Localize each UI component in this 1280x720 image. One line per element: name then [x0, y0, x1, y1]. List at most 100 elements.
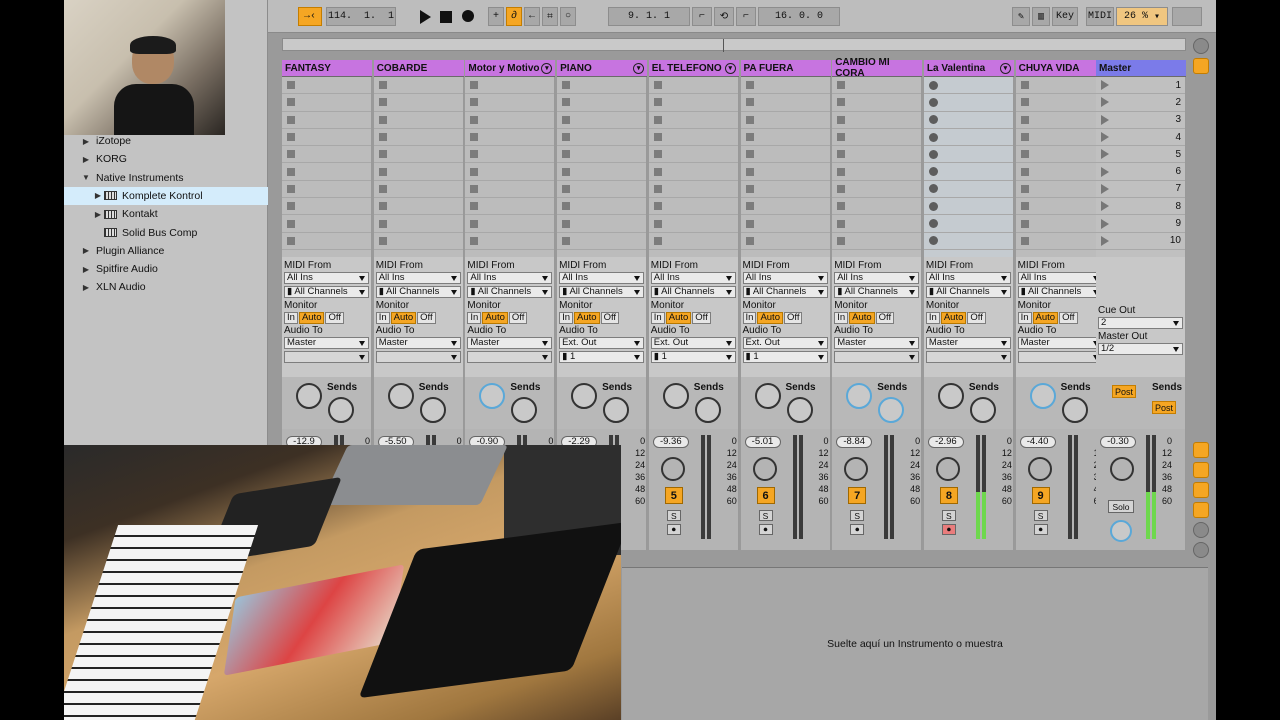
cue-volume-knob[interactable]: [1110, 520, 1132, 542]
send-a-knob[interactable]: [296, 383, 322, 409]
clip-slot[interactable]: [1015, 146, 1105, 164]
browser-item[interactable]: ▼ Native Instruments: [64, 169, 268, 187]
midi-from-select[interactable]: All Ins: [650, 272, 736, 284]
track-header[interactable]: CAMBIO MI CORA: [832, 57, 923, 79]
clip-slot[interactable]: [557, 146, 647, 164]
midi-channel-select[interactable]: ▮ All Channels: [742, 286, 828, 298]
track-volume-field[interactable]: -2.96: [927, 436, 964, 448]
sends-toggle-icon[interactable]: [1193, 462, 1209, 478]
audio-channel-select[interactable]: ▮ 1: [559, 351, 645, 363]
clip-slot[interactable]: [1015, 233, 1105, 250]
io-toggle-icon[interactable]: [1193, 442, 1209, 458]
device-drop-area[interactable]: Suelte aquí un Instrumento o muestra: [622, 567, 1208, 720]
master-pan-knob[interactable]: [1110, 457, 1134, 481]
chevron-down-icon[interactable]: ▼: [80, 173, 92, 182]
master-volume-field[interactable]: -0.30: [1100, 436, 1136, 448]
punch-out-button[interactable]: ⌐: [736, 7, 756, 26]
master-out-select[interactable]: 1/2: [1098, 343, 1183, 355]
clip-slot[interactable]: [740, 94, 830, 112]
clip-slot[interactable]: [1015, 163, 1105, 181]
clip-slot[interactable]: [373, 163, 463, 181]
clip-slot[interactable]: [832, 215, 922, 233]
clip-slot[interactable]: [740, 233, 830, 250]
pan-knob[interactable]: [844, 457, 869, 481]
clip-slot[interactable]: [465, 233, 555, 250]
solo-button[interactable]: S: [758, 510, 773, 521]
arm-button[interactable]: ⏺: [850, 524, 865, 535]
key-map-button[interactable]: Key: [1052, 7, 1078, 26]
monitor-auto-button[interactable]: Auto: [482, 312, 508, 324]
scene-launch[interactable]: 7: [1096, 181, 1185, 199]
capture-button[interactable]: ⌗: [542, 7, 558, 26]
clip-slot[interactable]: [832, 112, 922, 129]
clip-slot[interactable]: [923, 163, 1013, 181]
send-a-knob[interactable]: [662, 383, 689, 409]
midi-channel-select[interactable]: ▮ All Channels: [834, 286, 920, 298]
midi-from-select[interactable]: All Ins: [834, 272, 920, 284]
send-b-knob[interactable]: [878, 397, 905, 423]
clip-slot[interactable]: [557, 77, 647, 95]
send-b-knob[interactable]: [786, 397, 813, 423]
midi-channel-select[interactable]: ▮ All Channels: [925, 286, 1011, 298]
scene-play-icon[interactable]: [1101, 218, 1109, 229]
clip-slot[interactable]: [923, 181, 1013, 199]
scene-play-icon[interactable]: [1101, 80, 1109, 91]
clip-slot[interactable]: [282, 181, 371, 199]
clip-slot[interactable]: [648, 198, 738, 216]
clip-slot[interactable]: [740, 198, 830, 216]
pan-knob[interactable]: [752, 457, 777, 481]
automation-arm-button[interactable]: ∂: [506, 7, 522, 26]
clip-slot[interactable]: [282, 77, 371, 95]
monitor-auto-button[interactable]: Auto: [1032, 312, 1059, 324]
monitor-off-button[interactable]: Off: [783, 312, 803, 324]
track-volume-field[interactable]: -5.01: [744, 436, 781, 448]
browser-item[interactable]: ▶ Kontakt: [64, 205, 268, 223]
track-activator-button[interactable]: 6: [756, 487, 775, 504]
clip-slot[interactable]: [557, 181, 647, 199]
audio-channel-select[interactable]: [375, 351, 461, 363]
midi-channel-select[interactable]: ▮ All Channels: [650, 286, 736, 298]
clip-slot[interactable]: [465, 112, 555, 129]
solo-button[interactable]: S: [666, 510, 681, 521]
track-header[interactable]: FANTASY: [282, 60, 372, 77]
scene-launch[interactable]: 9: [1096, 215, 1185, 233]
clip-slot[interactable]: [557, 163, 647, 181]
punch-in-button[interactable]: ⌐: [692, 7, 712, 26]
clip-slot[interactable]: [648, 181, 738, 199]
audio-to-select[interactable]: Master: [375, 337, 461, 349]
scene-play-icon[interactable]: [1101, 149, 1109, 160]
clip-slot[interactable]: [557, 233, 647, 250]
scene-play-icon[interactable]: [1101, 201, 1109, 212]
monitor-in-button[interactable]: In: [650, 312, 665, 324]
clip-slot[interactable]: [373, 77, 463, 95]
stop-icon[interactable]: [440, 11, 452, 23]
clip-slot[interactable]: [282, 94, 371, 112]
send-b-knob[interactable]: [694, 397, 721, 423]
chevron-right-icon[interactable]: ▶: [80, 246, 92, 255]
monitor-in-button[interactable]: In: [925, 312, 940, 324]
clip-slot[interactable]: [373, 215, 463, 233]
draw-mode-icon[interactable]: ✎: [1012, 7, 1030, 26]
menu-icon[interactable]: [1193, 38, 1209, 54]
chevron-right-icon[interactable]: ▶: [80, 283, 92, 292]
track-activator-button[interactable]: 7: [848, 487, 867, 504]
clip-slot[interactable]: [648, 77, 738, 95]
arm-button[interactable]: ⏺: [1033, 524, 1048, 535]
clip-slot[interactable]: [1015, 198, 1105, 216]
audio-channel-select[interactable]: [1017, 351, 1103, 363]
session-view-icon[interactable]: [1193, 58, 1209, 74]
clip-slot[interactable]: [740, 146, 830, 164]
track-header[interactable]: PA FUERA: [740, 60, 831, 77]
clip-slot[interactable]: [923, 215, 1013, 233]
monitor-off-button[interactable]: Off: [325, 312, 344, 324]
clip-slot[interactable]: [373, 198, 463, 216]
fold-icon[interactable]: ▾: [999, 62, 1011, 74]
audio-channel-select[interactable]: ▮ 1: [742, 351, 828, 363]
midi-from-select[interactable]: All Ins: [284, 272, 369, 284]
master-post-button[interactable]: Post: [1152, 401, 1176, 414]
midi-channel-select[interactable]: ▮ All Channels: [284, 286, 369, 298]
clip-slot[interactable]: [282, 215, 371, 233]
clip-slot[interactable]: [832, 129, 922, 147]
scene-launch[interactable]: 10: [1096, 233, 1185, 250]
track-header[interactable]: PIANO ▾: [557, 60, 648, 77]
